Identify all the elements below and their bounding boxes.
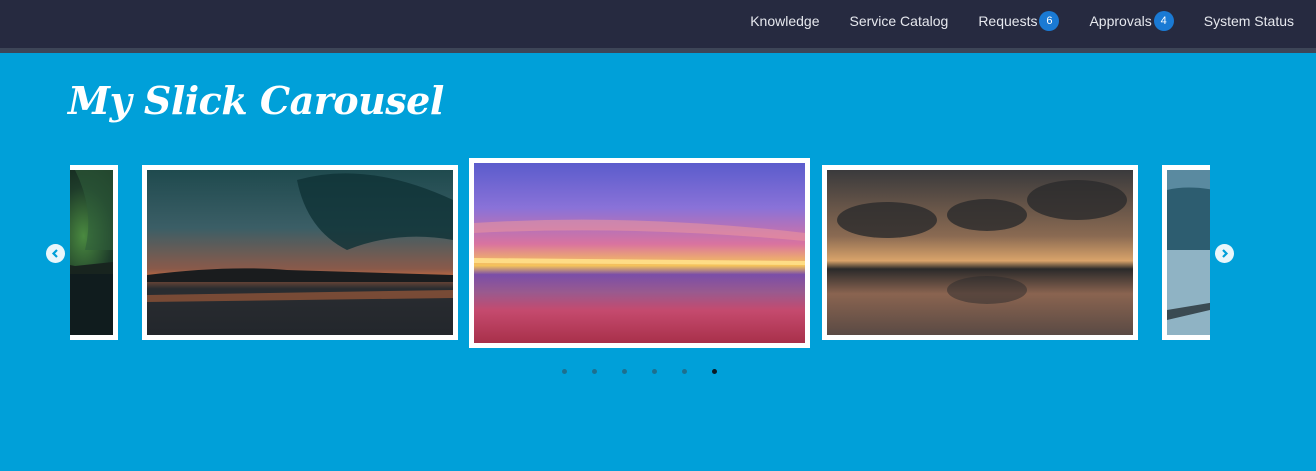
carousel-next-button[interactable] bbox=[1215, 244, 1234, 263]
aurora-image bbox=[70, 170, 113, 335]
cloudy-reflection-image bbox=[827, 170, 1133, 335]
chevron-right-icon bbox=[1222, 249, 1229, 258]
top-navbar: Knowledge Service Catalog Requests 6 Appr… bbox=[0, 0, 1316, 53]
page-title: My Slick Carousel bbox=[68, 78, 444, 123]
nav-service-catalog-label: Service Catalog bbox=[849, 12, 949, 29]
nav-system-status[interactable]: System Status bbox=[1189, 13, 1316, 29]
carousel-slide-sunset-lake[interactable] bbox=[142, 165, 458, 340]
carousel-dot-2[interactable] bbox=[592, 369, 597, 374]
sunset-lake-image bbox=[147, 170, 453, 335]
carousel-prev-button[interactable] bbox=[46, 244, 65, 263]
carousel-dot-6[interactable] bbox=[712, 369, 717, 374]
carousel-dot-5[interactable] bbox=[682, 369, 687, 374]
carousel-slide-aurora[interactable] bbox=[70, 165, 118, 340]
nav-approvals[interactable]: Approvals 4 bbox=[1074, 10, 1188, 31]
nav-system-status-label: System Status bbox=[1203, 12, 1294, 29]
carousel-slide-pink-beach-sunset[interactable] bbox=[469, 158, 810, 348]
image-carousel bbox=[70, 155, 1210, 355]
nav-knowledge-label: Knowledge bbox=[750, 12, 820, 29]
carousel-dot-3[interactable] bbox=[622, 369, 627, 374]
requests-count-badge: 6 bbox=[1039, 10, 1060, 31]
nav-menu: Knowledge Service Catalog Requests 6 Appr… bbox=[735, 0, 1316, 41]
carousel-dot-4[interactable] bbox=[652, 369, 657, 374]
pink-beach-sunset-image bbox=[474, 163, 805, 343]
nav-approvals-label: Approvals bbox=[1089, 12, 1152, 29]
approvals-count-badge: 4 bbox=[1153, 10, 1174, 31]
nav-requests-label: Requests bbox=[978, 12, 1038, 29]
glacier-lake-image bbox=[1167, 170, 1210, 335]
nav-knowledge[interactable]: Knowledge bbox=[735, 13, 834, 29]
nav-requests[interactable]: Requests 6 bbox=[963, 10, 1074, 31]
carousel-dot-1[interactable] bbox=[562, 369, 567, 374]
chevron-left-icon bbox=[51, 249, 58, 258]
carousel-slide-glacier-lake[interactable] bbox=[1162, 165, 1210, 340]
nav-service-catalog[interactable]: Service Catalog bbox=[834, 13, 963, 29]
carousel-slide-cloudy-reflection[interactable] bbox=[822, 165, 1138, 340]
carousel-dots bbox=[550, 366, 730, 378]
